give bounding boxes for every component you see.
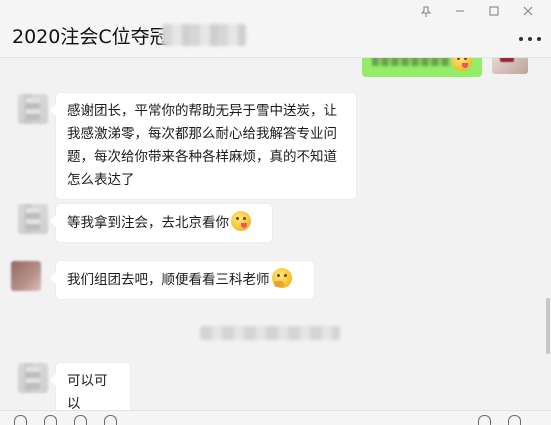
avatar[interactable] xyxy=(18,204,48,234)
redacted-title-blur xyxy=(162,24,246,46)
message-text-line: 题，每次给你带来各种各样麻烦，真的不知道 xyxy=(67,149,337,165)
message-text: 我们组团去吧，顺便看看三科老师 xyxy=(67,272,270,288)
chat-history-button-icon[interactable] xyxy=(104,415,117,425)
message-text-line: 怎么表达了 xyxy=(67,172,135,188)
message-bubble[interactable]: 我们组团去吧，顺便看看三科老师 xyxy=(50,261,314,299)
close-icon[interactable] xyxy=(511,2,545,20)
message-text: 等我拿到注会，去北京看你 xyxy=(67,215,229,231)
outgoing-message-bubble[interactable] xyxy=(362,58,482,77)
emoji-icon xyxy=(452,58,472,71)
scrollbar[interactable] xyxy=(545,58,551,410)
thinking-face-icon xyxy=(271,268,292,288)
message-bubble[interactable]: 等我拿到注会，去北京看你 xyxy=(50,204,272,242)
video-call-button-icon[interactable] xyxy=(508,415,521,425)
voice-call-button-icon[interactable] xyxy=(478,415,491,425)
emoji-button-icon[interactable] xyxy=(14,415,27,425)
chat-header: 2020注会C位夺冠 xyxy=(0,0,551,58)
message-bubble[interactable]: 感谢团长，平常你的帮助无异于雪中送炭，让 我感激涕零，每次都那么耐心给我解答专业… xyxy=(50,93,356,199)
screenshot-button-icon[interactable] xyxy=(74,415,87,425)
message-bubble[interactable]: 可以可以 xyxy=(50,363,130,410)
message-text: 可以可以 xyxy=(67,373,108,410)
message-text-line: 我感激涕零，每次都那么耐心给我解答专业问 xyxy=(67,126,337,142)
avatar[interactable] xyxy=(18,94,48,124)
minimize-icon[interactable] xyxy=(443,2,477,20)
more-icon[interactable] xyxy=(519,34,541,44)
file-button-icon[interactable] xyxy=(44,415,57,425)
pin-icon[interactable] xyxy=(409,2,443,20)
yum-face-icon xyxy=(231,211,251,231)
chat-area[interactable]: 感谢团长，平常你的帮助无异于雪中送炭，让 我感激涕零，每次都那么耐心给我解答专业… xyxy=(0,58,551,410)
self-avatar[interactable] xyxy=(492,58,528,74)
maximize-icon[interactable] xyxy=(477,2,511,20)
redacted-timestamp xyxy=(200,326,340,340)
input-toolbar xyxy=(0,410,551,425)
message-text-line: 感谢团长，平常你的帮助无异于雪中送炭，让 xyxy=(67,103,337,119)
scrollbar-thumb[interactable] xyxy=(546,298,550,354)
redacted-message-text xyxy=(372,58,450,66)
chat-title: 2020注会C位夺冠 xyxy=(12,26,169,48)
avatar[interactable] xyxy=(18,363,48,393)
avatar[interactable] xyxy=(11,261,41,291)
window-controls xyxy=(409,2,545,20)
